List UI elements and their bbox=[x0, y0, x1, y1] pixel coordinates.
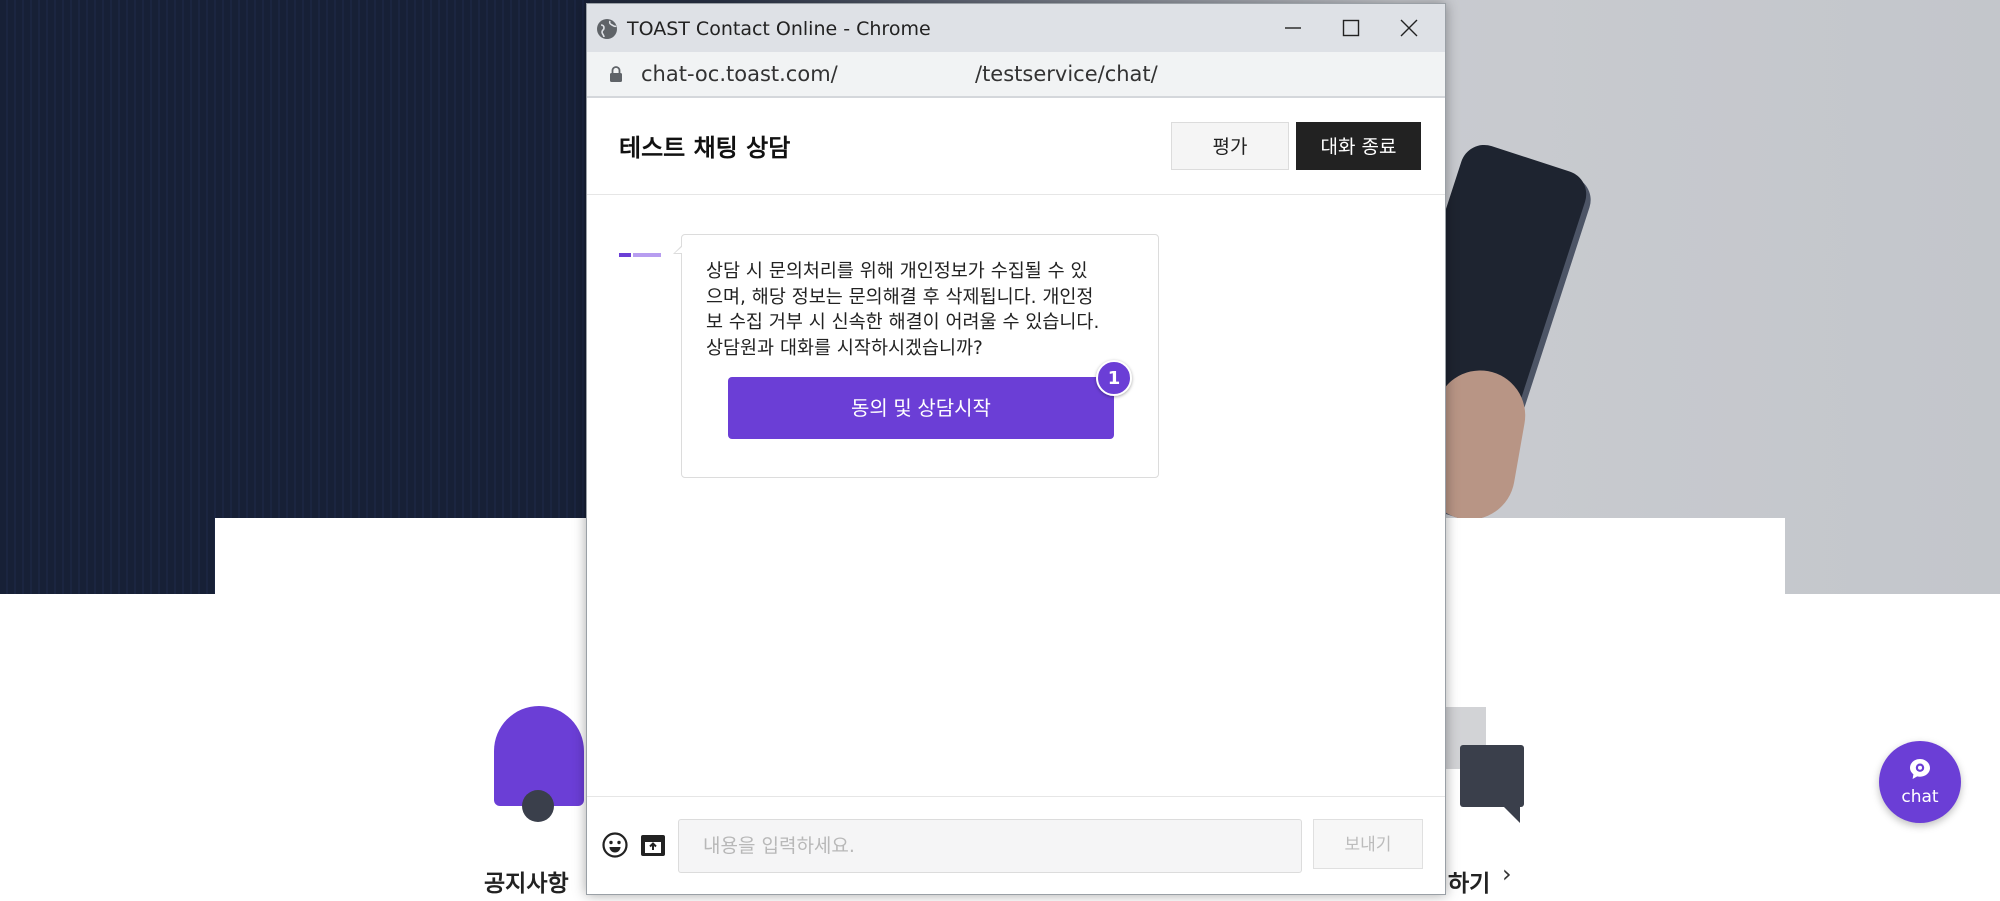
maximize-icon bbox=[1342, 19, 1360, 37]
message-bubble: 상담 시 문의처리를 위해 개인정보가 수집될 수 있 으며, 해당 정보는 문… bbox=[673, 234, 1159, 478]
consent-message: 상담 시 문의처리를 위해 개인정보가 수집될 수 있 으며, 해당 정보는 문… bbox=[706, 261, 1100, 359]
speech-bubble-tail bbox=[1500, 803, 1520, 823]
minimize-icon bbox=[1285, 27, 1301, 29]
notice-tile-label: 공지사항 bbox=[484, 871, 569, 897]
agree-start-button[interactable]: 동의 및 상담시작 bbox=[728, 377, 1114, 439]
chat-fab-label: chat bbox=[1901, 787, 1939, 807]
speech-bubble-dark bbox=[1460, 745, 1524, 807]
agent-avatar-logo bbox=[619, 250, 663, 262]
minimize-button[interactable] bbox=[1265, 8, 1321, 48]
window-title: TOAST Contact Online - Chrome bbox=[627, 18, 931, 40]
bell-clapper bbox=[522, 790, 554, 822]
attachment-icon[interactable] bbox=[639, 831, 667, 859]
toast-logo-icon bbox=[619, 253, 661, 257]
globe-icon bbox=[597, 19, 617, 39]
chat-footer: 보내기 bbox=[587, 796, 1445, 895]
chat-body: 상담 시 문의처리를 위해 개인정보가 수집될 수 있 으며, 해당 정보는 문… bbox=[587, 195, 1445, 795]
step-badge: 1 bbox=[1096, 360, 1132, 396]
hero-person-suit bbox=[0, 0, 590, 594]
address-bar[interactable]: chat-oc.toast.com/ /testservice/chat/ bbox=[587, 52, 1445, 98]
chat-popup-window: TOAST Contact Online - Chrome chat-oc.to… bbox=[586, 3, 1446, 895]
emoji-icon[interactable] bbox=[601, 831, 629, 859]
chat-bubble-icon bbox=[1910, 759, 1930, 779]
end-chat-button[interactable]: 대화 종료 bbox=[1296, 122, 1421, 170]
bubble-tail-inner bbox=[675, 246, 683, 253]
url-domain: chat-oc.toast.com/ bbox=[641, 62, 838, 86]
message-input[interactable] bbox=[678, 819, 1302, 873]
chat-header: 테스트 채팅 상담 평가 대화 종료 bbox=[587, 98, 1445, 195]
maximize-button[interactable] bbox=[1323, 8, 1379, 48]
close-icon bbox=[1400, 19, 1418, 37]
lock-icon bbox=[610, 66, 622, 82]
contact-tile-label: 하기 bbox=[1448, 871, 1491, 897]
window-titlebar[interactable]: TOAST Contact Online - Chrome bbox=[587, 4, 1445, 52]
send-button[interactable]: 보내기 bbox=[1313, 819, 1423, 869]
close-button[interactable] bbox=[1381, 8, 1437, 48]
chevron-right-icon: › bbox=[1502, 860, 1512, 888]
chat-title: 테스트 채팅 상담 bbox=[619, 134, 791, 162]
rate-button[interactable]: 평가 bbox=[1171, 122, 1289, 170]
chat-fab-button[interactable]: chat bbox=[1879, 741, 1961, 823]
url-path: /testservice/chat/ bbox=[975, 62, 1158, 86]
